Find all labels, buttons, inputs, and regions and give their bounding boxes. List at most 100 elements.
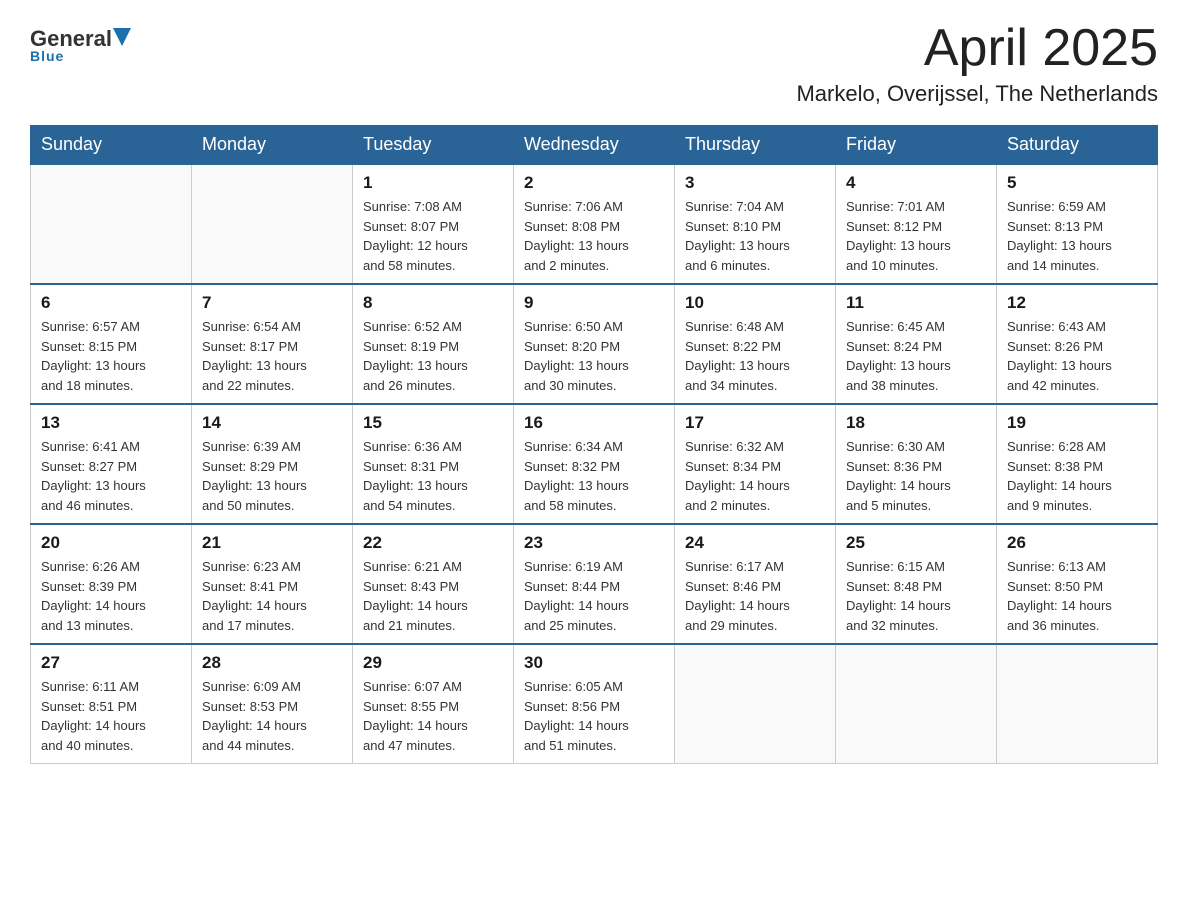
day-info: Sunrise: 6:36 AM Sunset: 8:31 PM Dayligh… [363,437,503,515]
calendar-day-header-sunday: Sunday [31,126,192,165]
calendar-cell: 24 Sunrise: 6:17 AM Sunset: 8:46 PM Dayli… [675,524,836,644]
calendar-day-header-wednesday: Wednesday [514,126,675,165]
calendar-cell [675,644,836,764]
month-year-title: April 2025 [796,20,1158,77]
day-info: Sunrise: 6:15 AM Sunset: 8:48 PM Dayligh… [846,557,986,635]
day-info: Sunrise: 6:50 AM Sunset: 8:20 PM Dayligh… [524,317,664,395]
calendar-week-row: 13 Sunrise: 6:41 AM Sunset: 8:27 PM Dayli… [31,404,1158,524]
day-number: 28 [202,653,342,673]
calendar-header-row: SundayMondayTuesdayWednesdayThursdayFrid… [31,126,1158,165]
day-info: Sunrise: 6:17 AM Sunset: 8:46 PM Dayligh… [685,557,825,635]
calendar-cell: 15 Sunrise: 6:36 AM Sunset: 8:31 PM Dayli… [353,404,514,524]
calendar-cell: 3 Sunrise: 7:04 AM Sunset: 8:10 PM Daylig… [675,164,836,284]
calendar-cell: 12 Sunrise: 6:43 AM Sunset: 8:26 PM Dayli… [997,284,1158,404]
day-info: Sunrise: 6:45 AM Sunset: 8:24 PM Dayligh… [846,317,986,395]
day-number: 7 [202,293,342,313]
day-info: Sunrise: 6:43 AM Sunset: 8:26 PM Dayligh… [1007,317,1147,395]
day-info: Sunrise: 6:21 AM Sunset: 8:43 PM Dayligh… [363,557,503,635]
calendar-cell: 23Sunrise: 6:19 AM Sunset: 8:44 PM Dayli… [514,524,675,644]
day-info: Sunrise: 6:05 AM Sunset: 8:56 PM Dayligh… [524,677,664,755]
day-info: Sunrise: 6:34 AM Sunset: 8:32 PM Dayligh… [524,437,664,515]
day-number: 3 [685,173,825,193]
day-number: 4 [846,173,986,193]
location-subtitle: Markelo, Overijssel, The Netherlands [796,81,1158,107]
calendar-cell: 28 Sunrise: 6:09 AM Sunset: 8:53 PM Dayli… [192,644,353,764]
calendar-cell: 6Sunrise: 6:57 AM Sunset: 8:15 PM Daylig… [31,284,192,404]
day-info: Sunrise: 6:39 AM Sunset: 8:29 PM Dayligh… [202,437,342,515]
day-number: 14 [202,413,342,433]
day-info: Sunrise: 6:48 AM Sunset: 8:22 PM Dayligh… [685,317,825,395]
calendar-day-header-friday: Friday [836,126,997,165]
day-number: 10 [685,293,825,313]
day-number: 16 [524,413,664,433]
calendar-cell: 14 Sunrise: 6:39 AM Sunset: 8:29 PM Dayli… [192,404,353,524]
day-number: 21 [202,533,342,553]
day-info: Sunrise: 6:07 AM Sunset: 8:55 PM Dayligh… [363,677,503,755]
calendar-day-header-thursday: Thursday [675,126,836,165]
day-info: Sunrise: 6:52 AM Sunset: 8:19 PM Dayligh… [363,317,503,395]
title-block: April 2025 Markelo, Overijssel, The Neth… [796,20,1158,107]
day-info: Sunrise: 7:06 AM Sunset: 8:08 PM Dayligh… [524,197,664,275]
calendar-cell: 25Sunrise: 6:15 AM Sunset: 8:48 PM Dayli… [836,524,997,644]
calendar-day-header-monday: Monday [192,126,353,165]
calendar-cell: 8 Sunrise: 6:52 AM Sunset: 8:19 PM Daylig… [353,284,514,404]
day-number: 1 [363,173,503,193]
calendar-cell: 17Sunrise: 6:32 AM Sunset: 8:34 PM Dayli… [675,404,836,524]
day-info: Sunrise: 6:57 AM Sunset: 8:15 PM Dayligh… [41,317,181,395]
calendar-cell [31,164,192,284]
calendar-cell: 27Sunrise: 6:11 AM Sunset: 8:51 PM Dayli… [31,644,192,764]
day-number: 15 [363,413,503,433]
day-number: 11 [846,293,986,313]
calendar-cell: 18 Sunrise: 6:30 AM Sunset: 8:36 PM Dayli… [836,404,997,524]
calendar-cell: 1 Sunrise: 7:08 AM Sunset: 8:07 PM Daylig… [353,164,514,284]
day-info: Sunrise: 6:54 AM Sunset: 8:17 PM Dayligh… [202,317,342,395]
day-number: 8 [363,293,503,313]
calendar-week-row: 1 Sunrise: 7:08 AM Sunset: 8:07 PM Daylig… [31,164,1158,284]
day-number: 24 [685,533,825,553]
calendar-cell [192,164,353,284]
day-number: 18 [846,413,986,433]
calendar-week-row: 27Sunrise: 6:11 AM Sunset: 8:51 PM Dayli… [31,644,1158,764]
page-header: General Blue April 2025 Markelo, Overijs… [30,20,1158,107]
day-info: Sunrise: 7:08 AM Sunset: 8:07 PM Dayligh… [363,197,503,275]
day-number: 22 [363,533,503,553]
day-info: Sunrise: 6:30 AM Sunset: 8:36 PM Dayligh… [846,437,986,515]
calendar-cell: 7 Sunrise: 6:54 AM Sunset: 8:17 PM Daylig… [192,284,353,404]
day-number: 19 [1007,413,1147,433]
calendar-cell [997,644,1158,764]
calendar-cell: 4Sunrise: 7:01 AM Sunset: 8:12 PM Daylig… [836,164,997,284]
logo-triangle-icon [113,26,131,52]
day-number: 13 [41,413,181,433]
day-number: 23 [524,533,664,553]
day-info: Sunrise: 6:23 AM Sunset: 8:41 PM Dayligh… [202,557,342,635]
day-number: 26 [1007,533,1147,553]
day-number: 5 [1007,173,1147,193]
calendar-week-row: 6Sunrise: 6:57 AM Sunset: 8:15 PM Daylig… [31,284,1158,404]
calendar-cell: 11 Sunrise: 6:45 AM Sunset: 8:24 PM Dayli… [836,284,997,404]
day-info: Sunrise: 6:28 AM Sunset: 8:38 PM Dayligh… [1007,437,1147,515]
calendar-cell: 21 Sunrise: 6:23 AM Sunset: 8:41 PM Dayli… [192,524,353,644]
day-info: Sunrise: 6:41 AM Sunset: 8:27 PM Dayligh… [41,437,181,515]
calendar-cell: 20Sunrise: 6:26 AM Sunset: 8:39 PM Dayli… [31,524,192,644]
day-number: 9 [524,293,664,313]
calendar-cell: 22 Sunrise: 6:21 AM Sunset: 8:43 PM Dayli… [353,524,514,644]
calendar-cell: 29Sunrise: 6:07 AM Sunset: 8:55 PM Dayli… [353,644,514,764]
calendar-table: SundayMondayTuesdayWednesdayThursdayFrid… [30,125,1158,764]
calendar-cell: 10 Sunrise: 6:48 AM Sunset: 8:22 PM Dayli… [675,284,836,404]
day-info: Sunrise: 6:13 AM Sunset: 8:50 PM Dayligh… [1007,557,1147,635]
calendar-cell: 2 Sunrise: 7:06 AM Sunset: 8:08 PM Daylig… [514,164,675,284]
calendar-cell: 13 Sunrise: 6:41 AM Sunset: 8:27 PM Dayli… [31,404,192,524]
day-info: Sunrise: 6:09 AM Sunset: 8:53 PM Dayligh… [202,677,342,755]
day-info: Sunrise: 6:59 AM Sunset: 8:13 PM Dayligh… [1007,197,1147,275]
day-info: Sunrise: 6:26 AM Sunset: 8:39 PM Dayligh… [41,557,181,635]
calendar-cell: 26 Sunrise: 6:13 AM Sunset: 8:50 PM Dayli… [997,524,1158,644]
calendar-cell: 5 Sunrise: 6:59 AM Sunset: 8:13 PM Daylig… [997,164,1158,284]
calendar-cell: 19 Sunrise: 6:28 AM Sunset: 8:38 PM Dayli… [997,404,1158,524]
calendar-cell: 9 Sunrise: 6:50 AM Sunset: 8:20 PM Daylig… [514,284,675,404]
day-number: 12 [1007,293,1147,313]
calendar-day-header-saturday: Saturday [997,126,1158,165]
day-number: 30 [524,653,664,673]
calendar-week-row: 20Sunrise: 6:26 AM Sunset: 8:39 PM Dayli… [31,524,1158,644]
day-info: Sunrise: 7:04 AM Sunset: 8:10 PM Dayligh… [685,197,825,275]
day-number: 2 [524,173,664,193]
